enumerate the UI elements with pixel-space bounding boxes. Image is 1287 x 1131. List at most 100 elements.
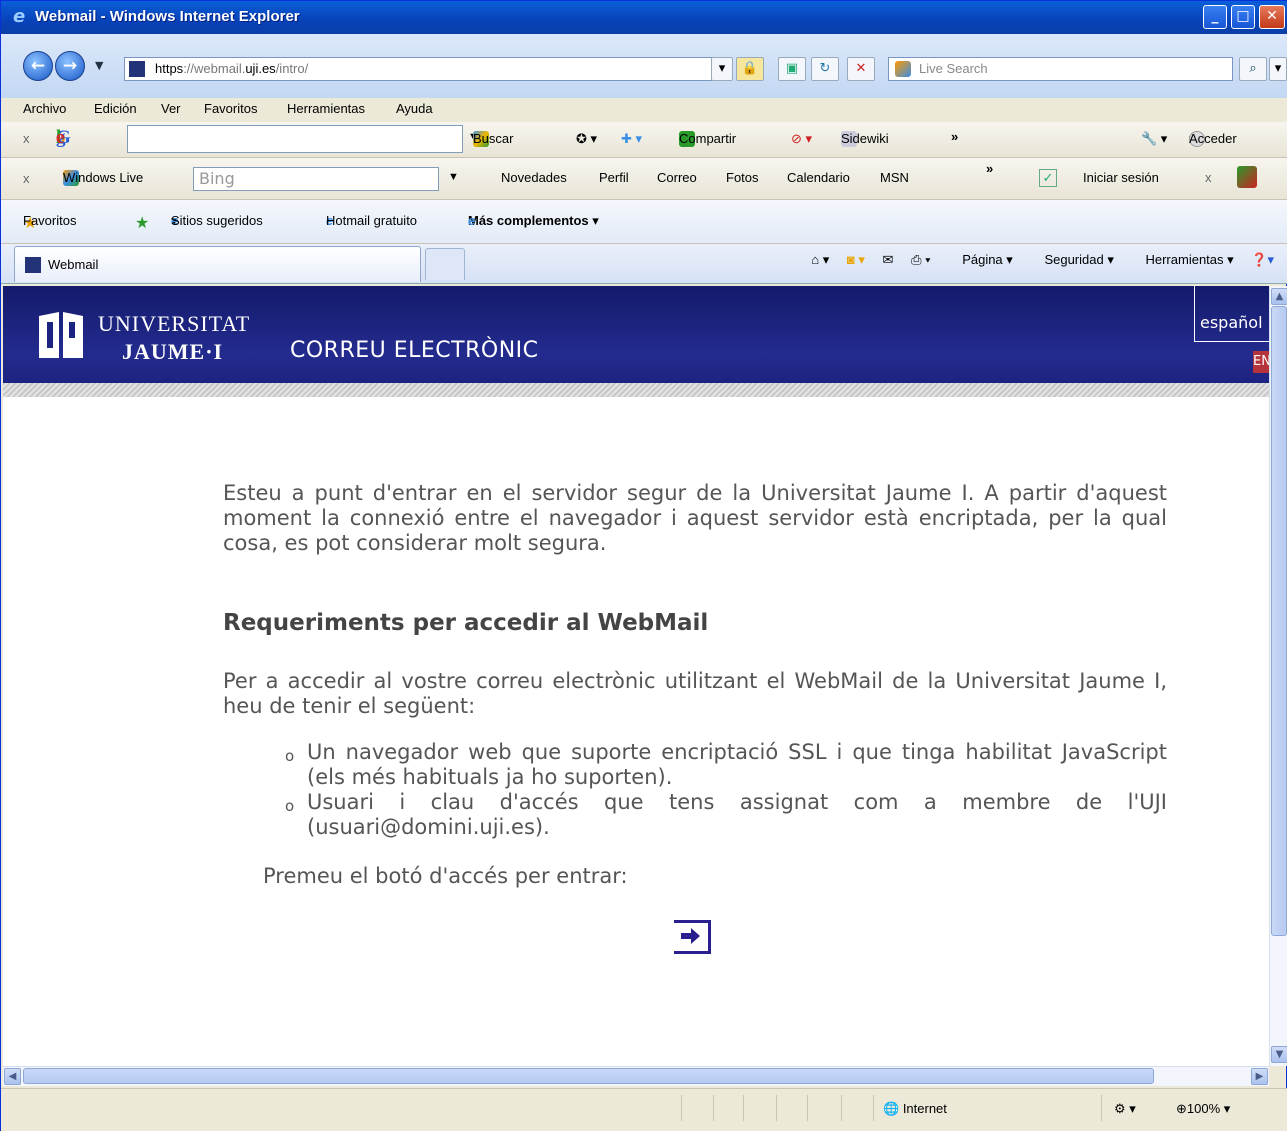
live-link-novedades[interactable]: Novedades	[501, 170, 567, 185]
back-button[interactable]: ←	[23, 51, 53, 81]
live-link-calendario[interactable]: Calendario	[787, 170, 850, 185]
live-search-icon	[895, 61, 911, 77]
site-favicon	[129, 61, 145, 77]
close-toolbar-icon[interactable]: x	[23, 131, 30, 146]
popup-blocker-icon[interactable]: ⊘ ▾	[791, 131, 812, 147]
search-icon[interactable]: ⌕	[1239, 57, 1267, 81]
add-button-icon[interactable]: ✚ ▾	[621, 131, 642, 147]
language-badge[interactable]: EN	[1253, 351, 1269, 373]
favorites-bar: ★ Favoritos ★ e Sitios sugeridos ▾ e Hot…	[1, 200, 1287, 244]
add-favorite-icon[interactable]: ★	[135, 213, 149, 233]
page-viewport: UNIVERSITAT JAUME·I CORREU ELECTRÒNIC es…	[3, 286, 1269, 1066]
zoom-control[interactable]: ⊕100% ▾	[1176, 1101, 1230, 1117]
google-search-input[interactable]	[127, 125, 463, 153]
stop-icon[interactable]: ✕	[847, 57, 875, 81]
sidewiki-button[interactable]: Sidewiki ▾	[841, 131, 889, 147]
buscar-button[interactable]: Buscar ▾	[473, 131, 513, 147]
address-dropdown-icon[interactable]: ▾	[711, 57, 733, 81]
status-bar: 🌐 Internet ⚙ ▾ ⊕100% ▾	[1, 1088, 1287, 1131]
horizontal-scroll-thumb[interactable]	[23, 1068, 1154, 1084]
lock-icon[interactable]: 🔒	[736, 57, 764, 81]
live-link-msn[interactable]: MSN	[880, 170, 909, 185]
scroll-right-button[interactable]: ▶	[1251, 1068, 1268, 1085]
live-more-icon[interactable]: »	[986, 161, 993, 176]
protected-mode-icon[interactable]: ⚙ ▾	[1114, 1101, 1136, 1117]
tab-label: Webmail	[48, 257, 99, 272]
seguridad-label: Seguridad	[1044, 252, 1104, 267]
menu-archivo[interactable]: Archivo	[23, 101, 66, 116]
live-search-placeholder: Live Search	[919, 61, 988, 76]
wrench-icon[interactable]: 🔧 ▾	[1141, 131, 1167, 147]
enter-arrow-icon[interactable]	[681, 927, 703, 945]
zone-label: Internet	[902, 1101, 947, 1116]
menu-ayuda[interactable]: Ayuda	[396, 101, 433, 116]
live-link-correo[interactable]: Correo	[657, 170, 697, 185]
acceder-button[interactable]: Acceder ▾	[1189, 131, 1237, 147]
sidewiki-label: Sidewiki	[841, 131, 889, 146]
menu-favoritos[interactable]: Favoritos	[204, 101, 257, 116]
mail-icon[interactable]: ✉	[883, 252, 894, 267]
requirements-heading: Requeriments per accedir al WebMail	[223, 610, 709, 636]
forward-button[interactable]: →	[55, 51, 85, 81]
tab-webmail[interactable]: Webmail	[14, 246, 421, 282]
window-title: Webmail - Windows Internet Explorer	[35, 8, 300, 25]
live-link-fotos[interactable]: Fotos	[726, 170, 759, 185]
compat-view-icon[interactable]: ▣	[778, 57, 806, 81]
herramientas-label: Herramientas	[1145, 252, 1224, 267]
language-badge-label: EN	[1253, 354, 1269, 369]
live-search-input[interactable]: Live Search	[888, 57, 1233, 81]
refresh-icon[interactable]: ↻	[811, 57, 839, 81]
bing-dropdown-icon[interactable]: ▼	[448, 171, 459, 183]
minimize-button[interactable]: _	[1203, 5, 1227, 29]
herramientas-menu[interactable]: Herramientas ▾	[1131, 252, 1233, 267]
intro-paragraph: Esteu a punt d'entrar en el servidor seg…	[223, 481, 1167, 555]
close-live-toolbar-icon[interactable]: x	[23, 171, 30, 186]
close-button[interactable]: ✕	[1259, 5, 1285, 29]
feeds-icon[interactable]: ◙ ▾	[847, 252, 865, 267]
menu-herramientas[interactable]: Herramientas	[287, 101, 365, 116]
bookmarks-icon[interactable]: ✪ ▾	[576, 131, 597, 147]
status-divider	[681, 1095, 682, 1121]
compartir-button[interactable]: Compartir ▾	[679, 131, 736, 147]
main-content: Esteu a punt d'entrar en el servidor seg…	[223, 481, 1167, 889]
google-more-icon[interactable]: »	[951, 129, 958, 144]
close-addon-icon[interactable]: x	[1205, 170, 1212, 185]
scroll-up-button[interactable]: ▲	[1271, 288, 1287, 305]
requirements-list: Un navegador web que suporte encriptació…	[223, 740, 1167, 840]
complementos-label: Más complementos	[468, 213, 589, 228]
bing-search-input[interactable]: Bing	[193, 167, 439, 191]
menu-ver[interactable]: Ver	[161, 101, 181, 116]
press-instruction: Premeu el botó d'accés per entrar:	[263, 864, 628, 888]
language-selector[interactable]: español	[1194, 286, 1269, 342]
pagina-menu[interactable]: Página ▾	[948, 252, 1013, 267]
address-input[interactable]: https://webmail.uji.es/intro/	[124, 57, 729, 81]
live-link-perfil[interactable]: Perfil	[599, 170, 629, 185]
history-dropdown-icon[interactable]: ▼	[95, 59, 103, 72]
vertical-scroll-thumb[interactable]	[1271, 306, 1287, 936]
command-bar: ⌂ ▾ ◙ ▾ ✉ ⎙ ▾ Página ▾ Seguridad ▾ Herra…	[797, 252, 1274, 272]
new-tab-button[interactable]	[425, 248, 465, 280]
menu-edicion[interactable]: Edición	[94, 101, 137, 116]
iniciar-sesion-link[interactable]: Iniciar sesión	[1083, 170, 1159, 185]
help-icon[interactable]: ❓▾	[1251, 252, 1274, 267]
scroll-left-button[interactable]: ◀	[4, 1068, 21, 1085]
security-zone[interactable]: 🌐 Internet	[883, 1101, 947, 1117]
sitios-sugeridos-link[interactable]: e Sitios sugeridos ▾	[171, 213, 263, 229]
print-icon[interactable]: ⎙ ▾	[911, 252, 930, 267]
status-divider	[807, 1095, 808, 1121]
scroll-down-button[interactable]: ▼	[1271, 1046, 1287, 1063]
sitios-label: Sitios sugeridos	[171, 213, 263, 228]
uji-logo-icon	[39, 312, 83, 358]
seguridad-menu[interactable]: Seguridad ▾	[1030, 252, 1113, 267]
bing-placeholder: Bing	[199, 169, 235, 188]
url-scheme: https	[155, 61, 184, 76]
checkbox-icon[interactable]: ✓	[1039, 169, 1057, 187]
ie-icon: e	[13, 6, 26, 27]
home-icon[interactable]: ⌂ ▾	[811, 252, 829, 267]
maximize-button[interactable]: □	[1231, 5, 1255, 29]
complementos-link[interactable]: e Más complementos ▾	[468, 213, 599, 229]
ie-window: e Webmail - Windows Internet Explorer _ …	[0, 0, 1287, 1131]
translate-icon[interactable]	[1237, 166, 1257, 188]
search-options-icon[interactable]: ▾	[1269, 57, 1287, 81]
list-item: Un navegador web que suporte encriptació…	[285, 740, 1167, 790]
